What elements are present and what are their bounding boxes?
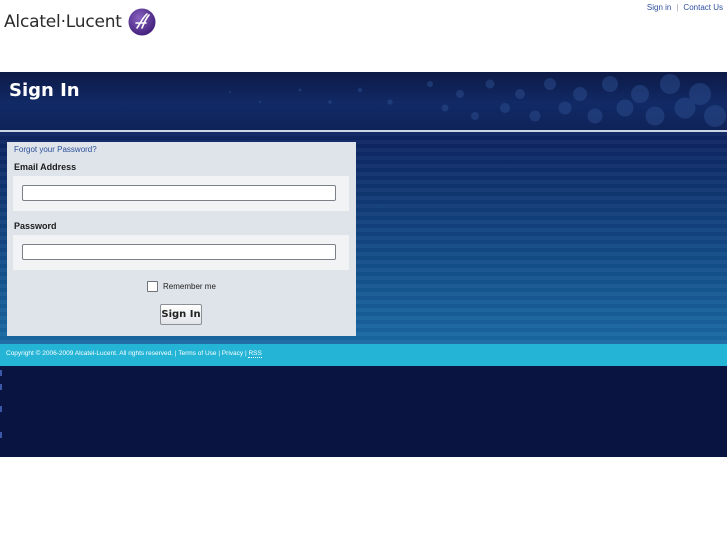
password-label: Password bbox=[14, 221, 57, 231]
email-field-box bbox=[13, 176, 349, 211]
terms-of-use-link[interactable]: Terms of Use bbox=[178, 350, 216, 357]
remember-me-label: Remember me bbox=[163, 282, 216, 291]
footer-bar: Copyright © 2006-2009 Alcatel-Lucent. Al… bbox=[0, 344, 727, 366]
hexagon-pattern bbox=[229, 74, 726, 127]
alcatel-lucent-logo-icon bbox=[128, 8, 156, 36]
edge-marker bbox=[0, 384, 2, 390]
rss-link[interactable]: RSS bbox=[248, 350, 262, 358]
forgot-password-link[interactable]: Forgot your Password? bbox=[14, 145, 97, 154]
privacy-link[interactable]: Privacy bbox=[222, 350, 243, 357]
top-links: Sign in | Contact Us bbox=[647, 3, 723, 12]
password-field-box bbox=[13, 235, 349, 270]
logo-text: Alcatel·Lucent bbox=[4, 12, 122, 32]
bottom-band bbox=[0, 366, 727, 457]
copyright-text: Copyright © 2006-2009 Alcatel-Lucent. Al… bbox=[6, 350, 174, 357]
sign-in-button[interactable]: Sign In bbox=[160, 304, 202, 325]
sign-in-link[interactable]: Sign in bbox=[647, 3, 671, 12]
link-separator: | bbox=[676, 3, 679, 12]
remember-me-row: Remember me bbox=[147, 281, 216, 292]
remember-me-checkbox[interactable] bbox=[147, 281, 158, 292]
contact-us-link[interactable]: Contact Us bbox=[683, 3, 723, 12]
edge-marker bbox=[0, 432, 2, 438]
page-title: Sign In bbox=[9, 80, 80, 101]
page-banner: Sign In bbox=[0, 72, 727, 130]
brand-logo[interactable]: Alcatel·Lucent bbox=[4, 6, 156, 38]
password-input[interactable] bbox=[22, 244, 336, 260]
email-input[interactable] bbox=[22, 185, 336, 201]
email-label: Email Address bbox=[14, 162, 77, 172]
footer-text: Copyright © 2006-2009 Alcatel-Lucent. Al… bbox=[6, 350, 262, 358]
sign-in-panel: Forgot your Password? Email Address Pass… bbox=[7, 142, 356, 336]
edge-marker bbox=[0, 406, 2, 412]
edge-marker bbox=[0, 370, 2, 376]
